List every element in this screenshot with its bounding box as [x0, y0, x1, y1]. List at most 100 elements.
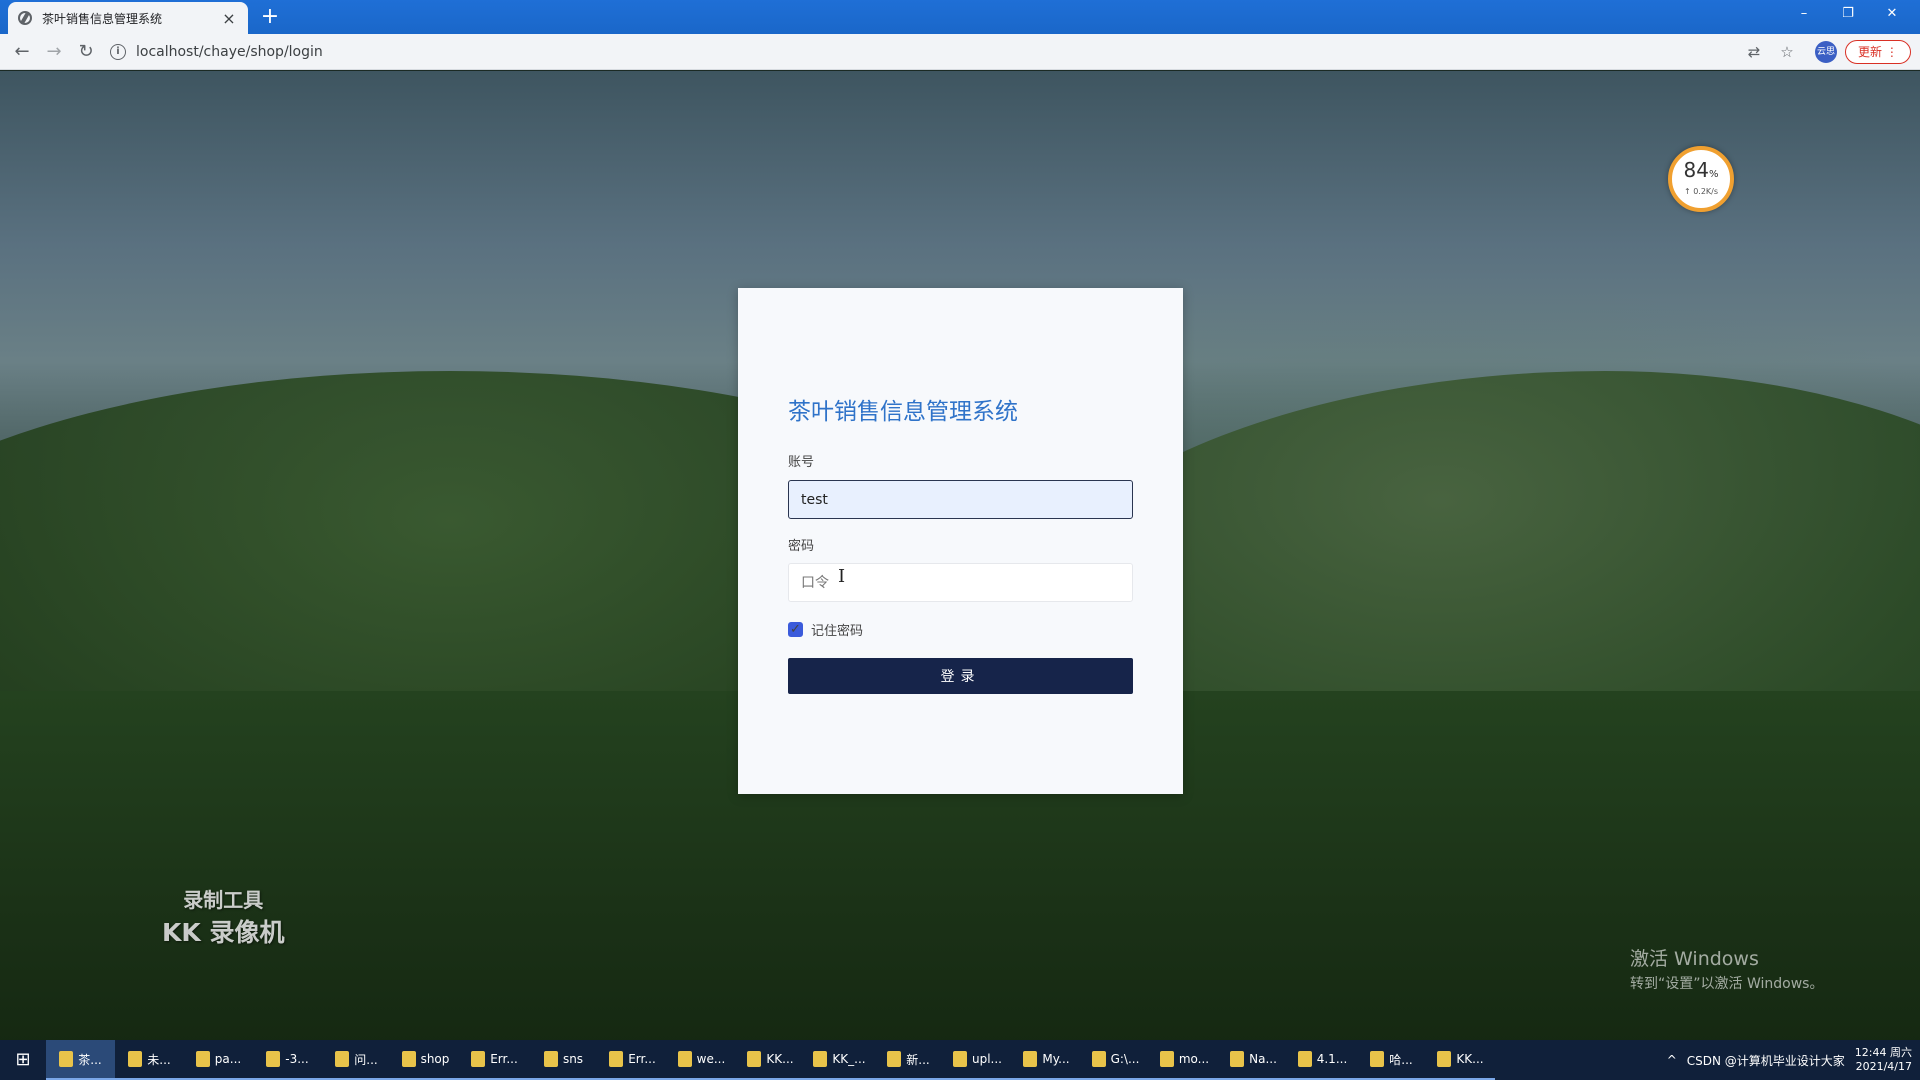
taskbar-item[interactable]: pa...: [184, 1040, 253, 1080]
taskbar-item[interactable]: 茶...: [46, 1040, 115, 1080]
activate-windows-watermark: 激活 Windows 转到“设置”以激活 Windows。: [1630, 944, 1823, 993]
login-card: 茶叶销售信息管理系统 账号 密码 ✓ 记住密码 登录: [738, 288, 1183, 794]
taskbar-item[interactable]: shop: [391, 1040, 460, 1080]
recorder-watermark: 录制工具 KK 录像机: [162, 884, 284, 949]
app-icon: [59, 1051, 74, 1067]
update-button[interactable]: 更新 ⋮: [1845, 40, 1911, 64]
taskbar-item[interactable]: KK_...: [805, 1040, 874, 1080]
taskbar-item[interactable]: Err...: [460, 1040, 529, 1080]
activate-line2: 转到“设置”以激活 Windows。: [1630, 976, 1824, 992]
taskbar-item[interactable]: -3...: [253, 1040, 322, 1080]
taskbar-item[interactable]: KK...: [736, 1040, 805, 1080]
taskbar-item[interactable]: we...: [667, 1040, 736, 1080]
clock[interactable]: 12:44 周六 2021/4/17: [1855, 1046, 1912, 1074]
profile-avatar[interactable]: 云思: [1815, 41, 1837, 63]
taskbar-item[interactable]: mo...: [1150, 1040, 1219, 1080]
app-icon: [887, 1051, 902, 1067]
forward-arrow-icon[interactable]: →: [42, 40, 66, 64]
tab-close-icon[interactable]: ×: [220, 9, 238, 28]
speed-rate: ↑ 0.2K/s: [1683, 187, 1719, 196]
app-icon: [747, 1051, 762, 1067]
clock-time: 12:44 周六: [1854, 1046, 1912, 1059]
taskbar-item-label: 新...: [906, 1052, 930, 1067]
taskbar-item[interactable]: Na...: [1219, 1040, 1288, 1080]
site-info-icon[interactable]: i: [110, 44, 126, 60]
windows-taskbar: ⊞ 茶... 未... pa... -3... 问... shop Err... sns Err…: [0, 1040, 1920, 1080]
app-icon: [677, 1051, 692, 1067]
taskbar-item[interactable]: 新...: [874, 1040, 943, 1080]
page-favicon-icon: [18, 11, 32, 25]
app-icon: [609, 1051, 624, 1067]
new-tab-button[interactable]: +: [258, 6, 282, 30]
taskbar-item-label: sns: [562, 1052, 584, 1066]
taskbar-item[interactable]: G:\...: [1081, 1040, 1150, 1080]
app-icon: [1091, 1051, 1106, 1067]
account-label: 账号: [788, 455, 815, 470]
taskbar-item[interactable]: 未...: [115, 1040, 184, 1080]
login-button[interactable]: 登录: [788, 658, 1133, 694]
app-icon: [953, 1051, 967, 1067]
taskbar-item-label: G:\...: [1110, 1052, 1140, 1066]
address-url[interactable]: localhost/chaye/shop/login: [136, 44, 323, 60]
taskbar-item-label: KK...: [1456, 1052, 1484, 1066]
taskbar-item-label: 问...: [354, 1052, 378, 1067]
taskbar-item[interactable]: sns: [529, 1040, 598, 1080]
app-icon: [195, 1051, 210, 1067]
system-tray: ^ CSDN @计算机毕业设计大家 12:44 周六 2021/4/17: [1667, 1040, 1920, 1080]
taskbar-item-label: we...: [696, 1052, 726, 1066]
taskbar-item-label: upl...: [972, 1052, 1002, 1066]
taskbar-item[interactable]: My...: [1012, 1040, 1081, 1080]
app-icon: [266, 1051, 281, 1067]
close-window-button[interactable]: ✕: [1870, 0, 1914, 28]
app-icon: [335, 1051, 350, 1067]
translate-icon[interactable]: ⇄: [1744, 42, 1764, 62]
taskbar-item-label: KK...: [766, 1052, 794, 1066]
taskbar-item[interactable]: upl...: [943, 1040, 1012, 1080]
remember-checkbox[interactable]: ✓: [788, 622, 803, 637]
app-icon: [1370, 1051, 1385, 1067]
taskbar-item-label: -3...: [285, 1052, 309, 1066]
taskbar-item[interactable]: KK...: [1426, 1040, 1495, 1080]
remember-password-option[interactable]: ✓ 记住密码: [788, 620, 863, 639]
text-cursor-icon: I: [838, 566, 846, 587]
address-bar[interactable]: i localhost/chaye/shop/login: [110, 38, 1750, 66]
back-arrow-icon[interactable]: ←: [10, 40, 34, 64]
taskbar-item-label: KK_...: [832, 1052, 866, 1066]
taskbar-item-label: Err...: [490, 1052, 518, 1066]
app-icon: [1023, 1051, 1038, 1067]
taskbar-item-label: 哈...: [1389, 1052, 1413, 1067]
reload-icon[interactable]: ↻: [74, 40, 98, 64]
speed-percent-unit: %: [1708, 169, 1719, 180]
tray-text: CSDN @计算机毕业设计大家: [1686, 1053, 1845, 1068]
speed-percent: 84: [1683, 158, 1709, 182]
account-input[interactable]: [788, 480, 1133, 519]
app-icon: [1159, 1051, 1174, 1067]
network-speed-widget[interactable]: 84% ↑ 0.2K/s: [1668, 146, 1734, 212]
taskbar-item-label: 茶...: [78, 1052, 102, 1067]
taskbar-item[interactable]: Err...: [598, 1040, 667, 1080]
app-icon: [128, 1051, 143, 1067]
clock-date: 2021/4/17: [1855, 1060, 1912, 1073]
taskbar-item-label: shop: [420, 1052, 450, 1066]
app-icon: [471, 1051, 486, 1067]
app-icon: [1437, 1051, 1452, 1067]
app-icon: [1297, 1051, 1312, 1067]
browser-tab[interactable]: 茶叶销售信息管理系统 ×: [8, 2, 248, 34]
remember-label: 记住密码: [811, 624, 864, 639]
taskbar-item[interactable]: 4.1...: [1288, 1040, 1357, 1080]
update-button-label: 更新: [1858, 45, 1883, 59]
windows-start-icon[interactable]: ⊞: [0, 1040, 46, 1080]
app-icon: [401, 1051, 416, 1067]
taskbar-item[interactable]: 哈...: [1357, 1040, 1426, 1080]
bookmark-star-icon[interactable]: ☆: [1777, 42, 1797, 62]
recorder-line2: KK 录像机: [162, 918, 285, 947]
taskbar-item[interactable]: 问...: [322, 1040, 391, 1080]
minimize-button[interactable]: –: [1782, 0, 1826, 28]
app-icon: [1230, 1051, 1245, 1067]
taskbar-apps: 茶... 未... pa... -3... 问... shop Err... sns Err..…: [46, 1040, 1495, 1080]
taskbar-item-label: Na...: [1249, 1052, 1277, 1066]
tray-chevron-icon[interactable]: ^: [1667, 1053, 1677, 1067]
restore-button[interactable]: ❐: [1826, 0, 1870, 28]
system-title: 茶叶销售信息管理系统: [788, 399, 1018, 425]
activate-line1: 激活 Windows: [1630, 948, 1759, 970]
